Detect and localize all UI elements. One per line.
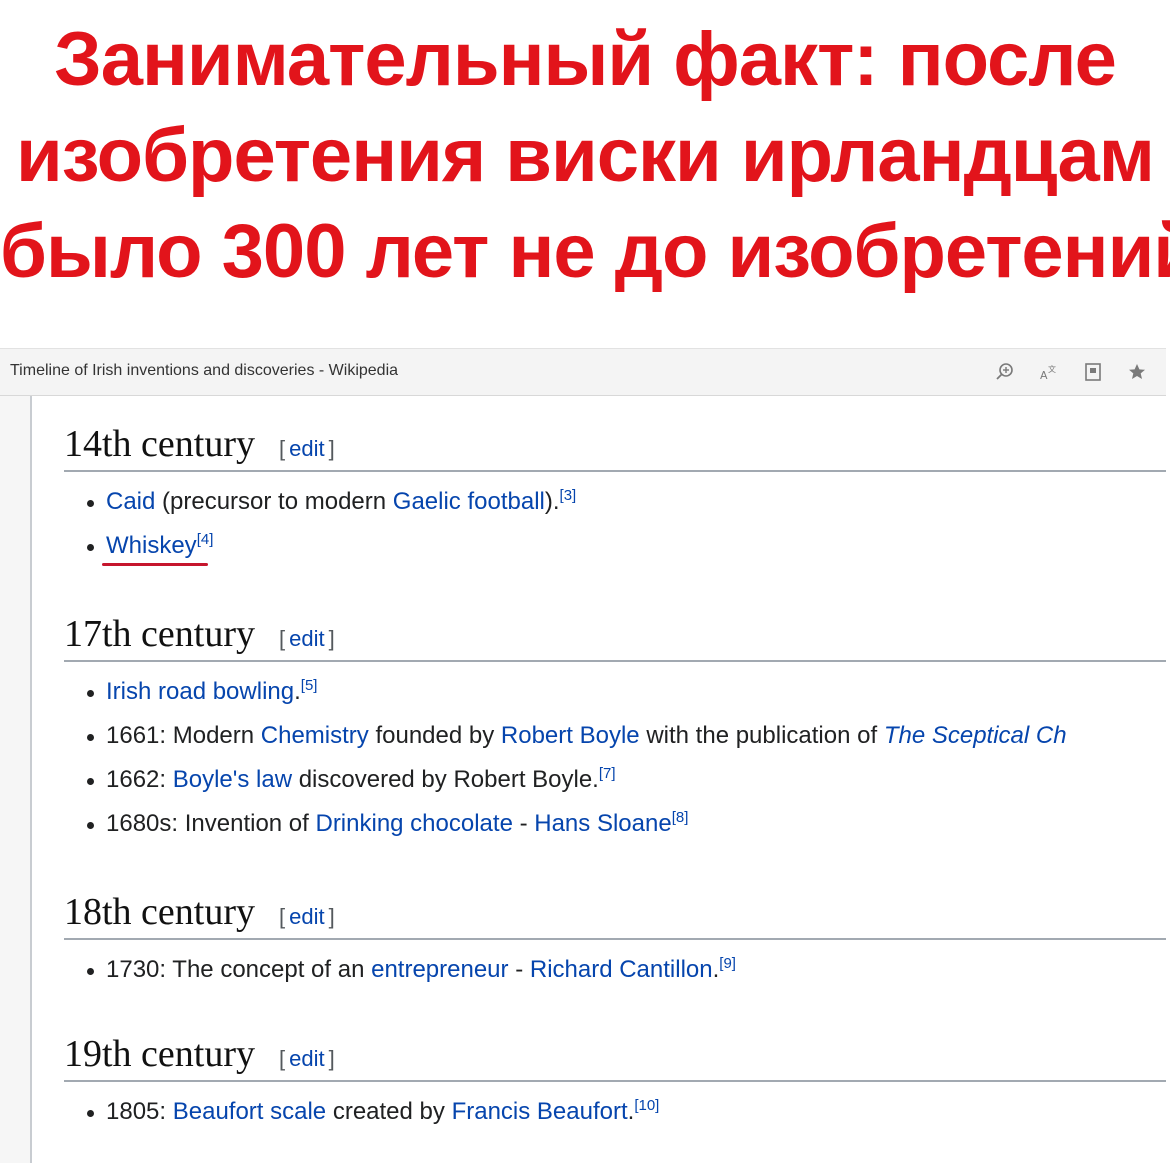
section-heading: 18th century [edit] xyxy=(64,890,1166,940)
wiki-link[interactable]: Chemistry xyxy=(261,722,369,749)
section-heading: 19th century [edit] xyxy=(64,1032,1166,1082)
citation-ref[interactable]: [9] xyxy=(719,955,736,972)
item-text: ). xyxy=(544,488,560,515)
section-heading: 14th century [edit] xyxy=(64,422,1166,472)
century-section: 14th century [edit] Caid (precursor to mod… xyxy=(64,422,1166,568)
item-list: Caid (precursor to modern Gaelic footbal… xyxy=(64,480,1166,568)
item-text: 1730: The concept of an xyxy=(106,956,372,983)
edit-section: [edit] xyxy=(279,436,335,461)
citation-ref[interactable]: [10] xyxy=(634,1097,659,1114)
meme-caption-line: изобретения виски ирландцам xyxy=(16,113,1155,198)
edit-link[interactable]: edit xyxy=(289,1046,324,1071)
edit-link[interactable]: edit xyxy=(289,904,324,929)
reading-mode-icon[interactable] xyxy=(1082,361,1104,383)
tab-title: Timeline of Irish inventions and discove… xyxy=(10,362,399,379)
svg-text:A: A xyxy=(1040,369,1048,382)
browser-window: Timeline of Irish inventions and discove… xyxy=(0,348,1166,1163)
item-text: (precursor to modern xyxy=(155,488,393,515)
item-text: - xyxy=(508,956,530,983)
citation-ref[interactable]: [3] xyxy=(560,487,577,504)
item-list: 1805: Beaufort scale created by Francis … xyxy=(64,1090,1166,1134)
translate-icon[interactable]: A文 xyxy=(1038,361,1060,383)
item-list: Irish road bowling.[5] 1661: Modern Chemi… xyxy=(64,670,1166,846)
edit-section: [edit] xyxy=(279,904,335,929)
page-left-rail xyxy=(0,396,32,1163)
item-text: 1661: Modern xyxy=(106,722,261,749)
list-item: Caid (precursor to modern Gaelic footbal… xyxy=(64,480,1166,524)
item-text: 1805: xyxy=(106,1098,173,1125)
item-text: - xyxy=(512,810,535,837)
wiki-link[interactable]: Hans Sloane xyxy=(534,810,671,837)
item-text: with the publication of xyxy=(639,722,884,749)
wikipedia-page: 14th century [edit] Caid (precursor to mod… xyxy=(0,396,1166,1163)
list-item: Whiskey[4] xyxy=(64,524,1166,568)
item-text: founded by xyxy=(368,722,501,749)
list-item: 1661: Modern Chemistry founded by Robert… xyxy=(64,714,1166,758)
list-item: 1730: The concept of an entrepreneur - R… xyxy=(64,948,1166,992)
wiki-link[interactable]: Whiskey xyxy=(106,532,197,559)
century-section: 19th century [edit] 1805: Beaufort scale c… xyxy=(64,1032,1166,1134)
citation-ref[interactable]: [7] xyxy=(599,765,616,782)
svg-text:文: 文 xyxy=(1048,364,1056,374)
toolbar-icons: A文 xyxy=(994,361,1148,383)
wiki-link[interactable]: entrepreneur xyxy=(371,956,508,983)
wiki-link[interactable]: Beaufort scale xyxy=(173,1098,326,1125)
wiki-link[interactable]: Drinking chocolate xyxy=(315,810,512,837)
wiki-link[interactable]: Gaelic football xyxy=(393,488,545,515)
list-item: 1805: Beaufort scale created by Francis … xyxy=(64,1090,1166,1134)
section-heading: 17th century [edit] xyxy=(64,612,1166,662)
section-heading-text: 14th century xyxy=(64,423,256,465)
item-list: 1730: The concept of an entrepreneur - R… xyxy=(64,948,1166,992)
citation-ref[interactable]: [5] xyxy=(301,677,318,694)
edit-section: [edit] xyxy=(279,1046,335,1071)
wiki-link[interactable]: Boyle's law xyxy=(173,766,292,793)
section-heading-text: 19th century xyxy=(64,1033,256,1075)
bookmark-star-icon[interactable] xyxy=(1126,361,1148,383)
item-text: 1662: xyxy=(106,766,173,793)
item-text: . xyxy=(294,678,301,705)
item-text: discovered by Robert Boyle. xyxy=(292,766,599,793)
meme-caption: Занимательный факт: после изобретения ви… xyxy=(0,12,1170,300)
wiki-link[interactable]: Irish road bowling xyxy=(106,678,294,705)
zoom-icon[interactable] xyxy=(994,361,1016,383)
meme-caption-line: было 300 лет не до изобретений xyxy=(0,209,1170,294)
century-section: 17th century [edit] Irish road bowling.[5]… xyxy=(64,612,1166,846)
edit-link[interactable]: edit xyxy=(289,436,324,461)
citation-ref[interactable]: [8] xyxy=(672,809,689,826)
item-text: created by xyxy=(326,1098,452,1125)
red-underline-annotation xyxy=(102,563,208,566)
wiki-link[interactable]: Francis Beaufort xyxy=(452,1098,628,1125)
wiki-link[interactable]: Richard Cantillon xyxy=(530,956,713,983)
century-section: 18th century [edit] 1730: The concept of a… xyxy=(64,890,1166,992)
list-item: Irish road bowling.[5] xyxy=(64,670,1166,714)
list-item: 1662: Boyle's law discovered by Robert B… xyxy=(64,758,1166,802)
edit-section: [edit] xyxy=(279,626,335,651)
wiki-link[interactable]: The Sceptical Ch xyxy=(884,722,1067,749)
meme-caption-line: Занимательный факт: после xyxy=(54,17,1117,102)
section-heading-text: 18th century xyxy=(64,891,256,933)
citation-ref[interactable]: [4] xyxy=(197,531,214,548)
wiki-link[interactable]: Caid xyxy=(106,488,155,515)
item-text: 1680s: Invention of xyxy=(106,810,316,837)
list-item: 1680s: Invention of Drinking chocolate -… xyxy=(64,802,1166,846)
wiki-link[interactable]: Robert Boyle xyxy=(501,722,640,749)
section-heading-text: 17th century xyxy=(64,613,256,655)
edit-link[interactable]: edit xyxy=(289,626,324,651)
browser-titlebar: Timeline of Irish inventions and discove… xyxy=(0,348,1166,396)
